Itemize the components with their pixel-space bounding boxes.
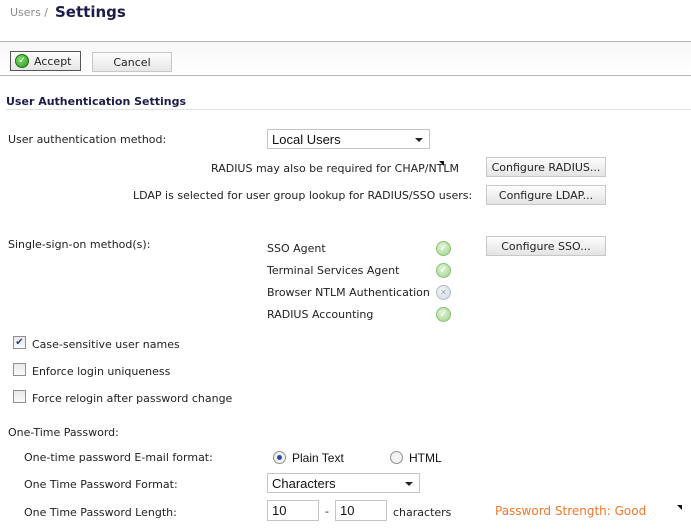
- plain-text-radio[interactable]: [273, 451, 286, 464]
- section-divider: [6, 109, 691, 110]
- force-relogin-checkbox[interactable]: [13, 390, 26, 403]
- length-unit: characters: [393, 506, 452, 519]
- status-enabled-icon: ✓: [436, 241, 451, 256]
- otp-length-min-input[interactable]: 10: [267, 500, 319, 521]
- configure-radius-label: Configure RADIUS...: [491, 160, 601, 174]
- auth-method-label: User authentication method:: [8, 133, 167, 146]
- check-icon: ✓: [15, 54, 29, 68]
- case-sensitive-label: Case-sensitive user names: [32, 338, 180, 351]
- cancel-label: Cancel: [113, 55, 151, 69]
- auth-method-value: Local Users: [272, 131, 341, 147]
- configure-ldap-label: Configure LDAP...: [498, 188, 594, 202]
- sso-method-name: SSO Agent: [267, 242, 326, 255]
- sso-label: Single-sign-on method(s):: [8, 238, 151, 251]
- status-disabled-icon: ✕: [436, 285, 451, 300]
- chevron-down-icon: [405, 482, 413, 486]
- otp-email-format-label: One-time password E-mail format:: [24, 451, 213, 464]
- breadcrumb-users[interactable]: Users /: [10, 6, 48, 19]
- status-enabled-icon: ✓: [436, 307, 451, 322]
- otp-length-min-value: 10: [272, 503, 287, 518]
- case-sensitive-checkbox[interactable]: ✔: [13, 336, 26, 349]
- enforce-uniqueness-checkbox[interactable]: [13, 363, 26, 376]
- force-relogin-label: Force relogin after password change: [32, 392, 233, 405]
- plain-text-label: Plain Text: [292, 451, 344, 465]
- length-separator: -: [325, 505, 329, 518]
- ldap-note: LDAP is selected for user group lookup f…: [133, 189, 473, 202]
- radius-note: RADIUS may also be required for CHAP/NTL…: [211, 162, 460, 175]
- sso-method-name: RADIUS Accounting: [267, 308, 374, 321]
- sso-method-name: Browser NTLM Authentication: [267, 286, 430, 299]
- configure-sso-label: Configure SSO...: [501, 239, 591, 253]
- cancel-button[interactable]: Cancel: [92, 52, 172, 72]
- html-radio[interactable]: [390, 451, 403, 464]
- enforce-uniqueness-label: Enforce login uniqueness: [32, 365, 171, 378]
- chevron-down-icon: [415, 138, 423, 142]
- configure-sso-button[interactable]: Configure SSO...: [486, 236, 606, 256]
- html-label: HTML: [409, 451, 442, 465]
- status-enabled-icon: ✓: [436, 263, 451, 278]
- otp-format-value: Characters: [272, 475, 336, 491]
- accept-button[interactable]: ✓ Accept: [10, 51, 81, 71]
- otp-length-max-input[interactable]: 10: [335, 500, 387, 521]
- otp-format-label: One Time Password Format:: [24, 478, 178, 491]
- accept-label: Accept: [34, 54, 72, 68]
- corner-marker-icon: [677, 505, 682, 510]
- otp-length-max-value: 10: [340, 503, 355, 518]
- page-title: Settings: [55, 3, 126, 21]
- sso-method-name: Terminal Services Agent: [267, 264, 400, 277]
- auth-method-select[interactable]: Local Users: [267, 129, 430, 149]
- radio-selected-dot: [277, 455, 282, 460]
- configure-ldap-button[interactable]: Configure LDAP...: [486, 185, 606, 205]
- password-strength: Password Strength: Good: [495, 504, 647, 518]
- otp-length-label: One Time Password Length:: [24, 506, 177, 519]
- otp-format-select[interactable]: Characters: [267, 473, 420, 493]
- corner-marker-icon: [439, 161, 444, 166]
- section-title: User Authentication Settings: [6, 95, 187, 108]
- configure-radius-button[interactable]: Configure RADIUS...: [486, 157, 606, 177]
- otp-heading: One-Time Password:: [8, 426, 119, 439]
- toolbar: ✓ Accept Cancel: [0, 41, 691, 76]
